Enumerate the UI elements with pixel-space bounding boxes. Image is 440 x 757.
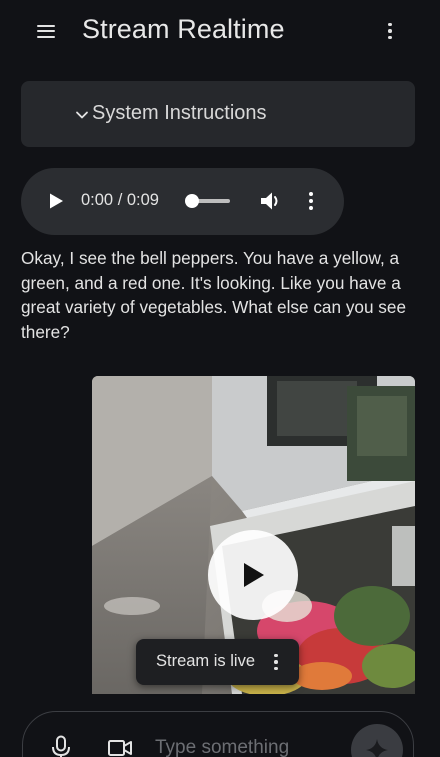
- video-play-button[interactable]: [208, 530, 298, 620]
- more-vert-icon: [274, 653, 278, 671]
- page-title: Stream Realtime: [82, 14, 285, 44]
- prompt-input[interactable]: [155, 734, 345, 757]
- mic-icon[interactable]: [50, 735, 72, 757]
- send-button[interactable]: [351, 724, 403, 757]
- stream-live-chip[interactable]: Stream is live: [136, 639, 299, 685]
- top-app-bar: Stream Realtime: [0, 0, 440, 62]
- more-vert-icon: [309, 192, 313, 210]
- system-instructions-panel[interactable]: System Instructions: [21, 81, 415, 147]
- audio-player: 0:00 / 0:09: [21, 168, 344, 235]
- stream-status-label: Stream is live: [156, 652, 256, 670]
- more-vert-icon: [388, 22, 392, 40]
- videocam-icon[interactable]: [107, 737, 133, 757]
- stream-realtime-screen: Stream Realtime System Instructions 0:00…: [0, 0, 440, 757]
- sparkle-send-icon: [366, 739, 388, 757]
- menu-button[interactable]: [28, 16, 64, 46]
- audio-more-button[interactable]: [302, 190, 320, 212]
- volume-icon[interactable]: [259, 190, 283, 212]
- chevron-down-icon: [76, 111, 88, 119]
- more-options-button[interactable]: [376, 16, 404, 46]
- play-icon[interactable]: [47, 192, 65, 210]
- stream-options-button[interactable]: [269, 652, 283, 672]
- audio-progress-thumb[interactable]: [185, 194, 199, 208]
- system-instructions-label: System Instructions: [92, 102, 267, 124]
- hamburger-menu-icon: [37, 24, 55, 38]
- model-response-text: Okay, I see the bell peppers. You have a…: [21, 248, 407, 342]
- audio-time-display: 0:00 / 0:09: [81, 191, 159, 209]
- prompt-input-bar: [22, 711, 414, 757]
- play-icon: [244, 563, 264, 587]
